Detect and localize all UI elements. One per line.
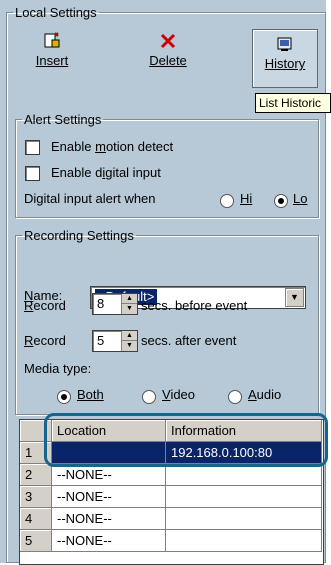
before-stepper-buttons[interactable]: ▲ ▼ xyxy=(121,294,137,314)
insert-label: Insert xyxy=(35,53,69,68)
highlight-outline xyxy=(44,413,328,467)
alert-settings-legend: Alert Settings xyxy=(24,112,102,127)
local-settings-legend: Local Settings xyxy=(15,5,97,20)
delete-label-text: Delete xyxy=(149,53,187,68)
motion-detect-checkbox[interactable] xyxy=(25,140,40,155)
table-row[interactable]: 5 --NONE-- xyxy=(20,529,322,552)
media-video-label: Video xyxy=(162,387,196,402)
media-type-label: Media type: xyxy=(24,361,92,376)
history-button[interactable]: History xyxy=(252,29,318,88)
insert-icon xyxy=(26,32,78,50)
record-after-label: Record xyxy=(24,333,66,348)
location-cell[interactable]: --NONE-- xyxy=(51,485,166,508)
insert-button[interactable]: Insert xyxy=(26,32,78,82)
before-event-label: secs. before event xyxy=(141,298,248,313)
information-cell[interactable] xyxy=(165,507,322,530)
hi-radio[interactable] xyxy=(220,194,234,208)
media-both-radio[interactable] xyxy=(57,390,71,404)
after-event-label: secs. after event xyxy=(141,333,237,348)
history-label: History xyxy=(264,56,306,71)
history-icon xyxy=(253,35,317,53)
after-stepper-buttons[interactable]: ▲ ▼ xyxy=(121,331,137,351)
lo-label: Lo xyxy=(293,191,308,206)
row-number: 4 xyxy=(20,507,52,530)
location-cell[interactable]: --NONE-- xyxy=(51,507,166,530)
location-cell[interactable]: --NONE-- xyxy=(51,529,166,552)
digital-input-label: Enable digital input xyxy=(51,165,161,180)
delete-icon xyxy=(142,32,194,50)
media-video-radio[interactable] xyxy=(142,390,156,404)
record-before-label: Record xyxy=(24,298,66,313)
hi-label: Hi xyxy=(240,191,253,206)
motion-detect-label: Enable motion detect xyxy=(51,139,174,154)
lo-radio[interactable] xyxy=(274,194,288,208)
row-number: 5 xyxy=(20,529,52,552)
after-seconds-stepper[interactable]: 5 ▲ ▼ xyxy=(92,330,138,352)
media-audio-label: Audio xyxy=(248,387,282,402)
history-tooltip: List Historic xyxy=(255,93,331,113)
down-arrow-icon[interactable]: ▼ xyxy=(122,304,137,313)
before-seconds-stepper[interactable]: 8 ▲ ▼ xyxy=(92,293,138,315)
up-arrow-icon[interactable]: ▲ xyxy=(122,331,137,341)
row-number: 3 xyxy=(20,485,52,508)
before-seconds-value: 8 xyxy=(97,296,105,311)
media-both-label: Both xyxy=(77,387,104,402)
information-cell[interactable] xyxy=(165,485,322,508)
chevron-down-icon[interactable]: ▼ xyxy=(285,288,304,307)
after-seconds-value: 5 xyxy=(97,333,105,348)
information-cell[interactable] xyxy=(165,529,322,552)
table-row[interactable]: 3 --NONE-- xyxy=(20,485,322,508)
delete-button[interactable]: Delete xyxy=(142,32,194,82)
digital-input-checkbox[interactable] xyxy=(25,166,40,181)
up-arrow-icon[interactable]: ▲ xyxy=(122,294,137,304)
down-arrow-icon[interactable]: ▼ xyxy=(122,341,137,350)
right-border xyxy=(326,0,331,563)
media-audio-radio[interactable] xyxy=(228,390,242,404)
table-row[interactable]: 4 --NONE-- xyxy=(20,507,322,530)
digital-alert-when-label: Digital input alert when xyxy=(24,191,156,206)
recording-settings-legend: Recording Settings xyxy=(24,228,134,243)
row-number: 2 xyxy=(20,463,52,486)
delete-label: Delete xyxy=(142,53,194,68)
